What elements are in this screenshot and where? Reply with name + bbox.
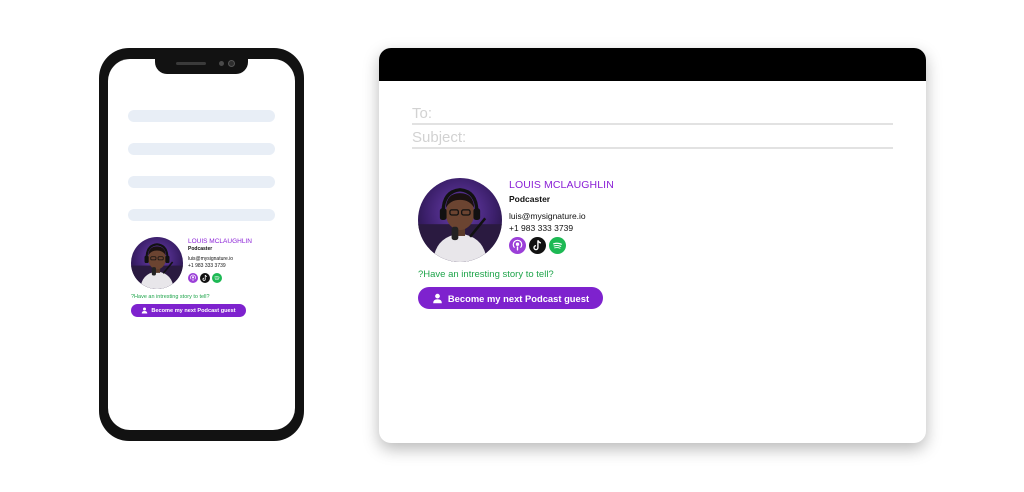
signature-title: Podcaster xyxy=(188,246,213,252)
signature-name: LOUIS MCLAUGHLIN xyxy=(188,238,252,245)
placeholder-line xyxy=(128,110,275,122)
subject-field[interactable]: Subject: xyxy=(412,129,893,149)
to-label: To: xyxy=(412,105,433,122)
user-icon xyxy=(432,293,443,304)
avatar xyxy=(131,237,183,289)
signature-contact: luis@mysignature.io +1 983 333 3739 xyxy=(509,210,614,234)
signature-email[interactable]: luis@mysignature.io xyxy=(188,256,252,263)
signature-phone[interactable]: +1 983 333 3739 xyxy=(509,222,614,234)
spotify-icon[interactable] xyxy=(212,273,222,283)
sensor xyxy=(219,61,224,66)
signature-contact: luis@mysignature.io +1 983 333 3739 xyxy=(188,256,252,270)
signature-info: LOUIS MCLAUGHLIN Podcaster luis@mysignat… xyxy=(509,179,614,254)
signature-phone[interactable]: +1 983 333 3739 xyxy=(188,263,252,270)
signature-email[interactable]: luis@mysignature.io xyxy=(509,210,614,222)
user-icon xyxy=(141,307,148,314)
email-compose-window: To: Subject: LOUIS MCLAUGHLIN Podcaster … xyxy=(379,48,926,443)
signature-name: LOUIS MCLAUGHLIN xyxy=(509,179,614,191)
avatar xyxy=(418,178,502,262)
tiktok-icon[interactable] xyxy=(200,273,210,283)
phone-mockup: LOUIS MCLAUGHLIN Podcaster luis@mysignat… xyxy=(99,48,304,441)
placeholder-line xyxy=(128,209,275,221)
become-guest-button[interactable]: Become my next Podcast guest xyxy=(131,304,246,317)
phone-screen: LOUIS MCLAUGHLIN Podcaster luis@mysignat… xyxy=(108,59,295,430)
camera-icon xyxy=(228,60,235,67)
cta-text: ?Have an intresting story to tell? xyxy=(131,294,210,300)
spotify-icon[interactable] xyxy=(549,237,566,254)
placeholder-line xyxy=(128,176,275,188)
window-title-bar xyxy=(379,48,926,81)
tiktok-icon[interactable] xyxy=(529,237,546,254)
speaker-grille xyxy=(176,62,206,65)
signature-info: LOUIS MCLAUGHLIN Podcaster luis@mysignat… xyxy=(188,238,252,283)
podcast-icon[interactable] xyxy=(188,273,198,283)
to-field[interactable]: To: xyxy=(412,105,893,125)
button-label: Become my next Podcast guest xyxy=(151,307,236,314)
cta-text: ?Have an intresting story to tell? xyxy=(418,269,554,280)
email-signature: LOUIS MCLAUGHLIN Podcaster luis@mysignat… xyxy=(418,178,718,313)
social-icons xyxy=(188,273,252,283)
phone-notch xyxy=(155,58,248,74)
become-guest-button[interactable]: Become my next Podcast guest xyxy=(418,287,603,309)
podcast-icon[interactable] xyxy=(509,237,526,254)
button-label: Become my next Podcast guest xyxy=(447,292,590,304)
subject-label: Subject: xyxy=(412,129,467,146)
social-icons xyxy=(509,237,614,254)
signature-title: Podcaster xyxy=(509,194,551,204)
placeholder-line xyxy=(128,143,275,155)
